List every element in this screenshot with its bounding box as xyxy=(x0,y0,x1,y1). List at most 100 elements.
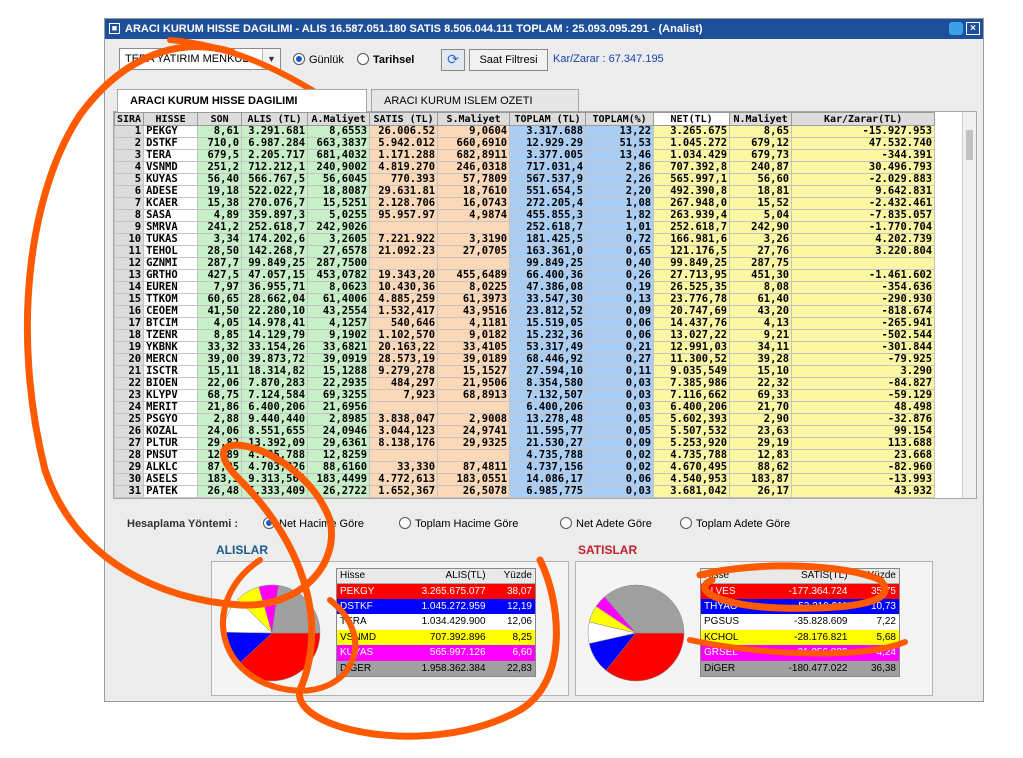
legend-row: GRSEL -21.056.888 4,24 xyxy=(701,645,899,661)
table-cell: 26.006.52 xyxy=(369,125,439,138)
column-header[interactable]: SIRA xyxy=(114,112,145,126)
table-row[interactable]: 28 PNSUT 12,89 4.735,788 12,8259 4.735,788 0,0… xyxy=(114,449,936,462)
calc-method-label: Hesaplama Yöntemi : xyxy=(127,518,239,530)
column-header[interactable]: A.Maliyet xyxy=(307,112,371,126)
table-row[interactable]: 11 TEHOL 28,50 142.268,7 27,6578 21.092.23 27,… xyxy=(114,245,936,258)
table-cell: 26.525,35 xyxy=(653,281,731,294)
table-cell: 7.221.922 xyxy=(369,233,439,246)
radio-historical-dot[interactable] xyxy=(357,53,369,65)
table-row[interactable]: 14 EUREN 7,97 36.955,71 8,0623 10.430,36 8,022… xyxy=(114,281,936,294)
table-row[interactable]: 20 MERCN 39,00 39.873,72 39,0919 28.573,19 39,… xyxy=(114,353,936,366)
table-cell: 1.532,417 xyxy=(369,305,439,318)
window-title: ARACI KURUM HISSE DAGILIMI - ALIS 16.587… xyxy=(125,23,703,35)
table-row[interactable]: 19 YKBNK 33,32 33.154,26 33,6821 20.163,22 33,… xyxy=(114,341,936,354)
table-row[interactable]: 4 VSNMD 251,2 712.212,1 240,9002 4.819.270 246… xyxy=(114,161,936,174)
twitter-icon[interactable] xyxy=(949,22,963,35)
table-row[interactable]: 22 BIOEN 22,06 7.870,283 22,2935 484,297 21,95… xyxy=(114,377,936,390)
chevron-down-icon[interactable]: ▼ xyxy=(262,49,280,69)
calc-option-net-volume[interactable]: Net Hacime Göre xyxy=(263,517,364,531)
hour-filter-button[interactable]: Saat Filtresi xyxy=(469,49,548,71)
calc-option-net-volume-dot[interactable] xyxy=(263,517,275,529)
table-row[interactable]: 9 SMRVA 241,2 252.618,7 242,9026 252.618,7 1,0… xyxy=(114,221,936,234)
table-row[interactable]: 2 DSTKF 710,0 6.987.284 663,3837 5.942.012 660… xyxy=(114,137,936,150)
table-row[interactable]: 31 PATEK 26,48 5.333,409 26,2722 1.652,367 26,… xyxy=(114,485,936,498)
table-row[interactable]: 10 TUKAS 3,34 174.202,6 3,2605 7.221.922 3,319… xyxy=(114,233,936,246)
table-row[interactable]: 8 SASA 4,89 359.897,3 5,0255 95.957.97 4,9874 4… xyxy=(114,209,936,222)
table-cell: 287,7500 xyxy=(307,257,371,270)
table-cell: 272.205,4 xyxy=(509,197,587,210)
table-row[interactable]: 25 PSGYO 2,88 9.440,440 2,8985 3.838,047 2,900… xyxy=(114,413,936,426)
table-cell: 33,4105 xyxy=(437,341,511,354)
broker-select-value: TERA YATIRIM MENKUL xyxy=(125,53,249,65)
table-row[interactable]: 1 PEKGY 8,61 3.291.681 8,6553 26.006.52 9,0604… xyxy=(114,125,936,138)
table-cell: 4.735,788 xyxy=(653,449,731,462)
table-row[interactable]: 6 ADESE 19,18 522.022,7 18,8087 29.631.81 18,7… xyxy=(114,185,936,198)
column-header[interactable]: SON xyxy=(197,112,243,126)
table-row[interactable]: 29 ALKLC 87,05 4.703,826 88,6160 33,330 87,481… xyxy=(114,461,936,474)
table-cell: 5.602,393 xyxy=(653,413,731,426)
tab-distribution[interactable]: ARACI KURUM HISSE DAGILIMI xyxy=(117,89,367,112)
table-row[interactable]: 16 CEOEM 41,50 22.280,10 43,2554 1.532,417 43,… xyxy=(114,305,936,318)
table-cell: -354.636 xyxy=(791,281,936,294)
radio-daily[interactable]: Günlük xyxy=(293,53,344,67)
calc-option-net-count-dot[interactable] xyxy=(560,517,572,529)
column-header[interactable]: Kar/Zarar(TL) xyxy=(791,112,936,126)
table-row[interactable]: 7 KCAER 15,38 270.076,7 15,5251 2.128.706 16,0… xyxy=(114,197,936,210)
table-cell: 18.314,82 xyxy=(241,365,309,378)
table-row[interactable]: 21 ISCTR 15,11 18.314,82 15,1288 9.279,278 15,… xyxy=(114,365,936,378)
radio-historical[interactable]: Tarihsel xyxy=(357,53,414,67)
table-row[interactable]: 15 TTKOM 60,65 28.662,04 61,4006 4.885,259 61,… xyxy=(114,293,936,306)
table-scrollbar[interactable] xyxy=(962,112,976,498)
table-row[interactable]: 23 KLYPV 68,75 7.124,584 69,3255 7,923 68,8913… xyxy=(114,389,936,402)
calc-option-total-volume-dot[interactable] xyxy=(399,517,411,529)
table-row[interactable]: 3 TERA 679,5 2.205.717 681,4032 1.171.288 682,… xyxy=(114,149,936,162)
table-cell: 1.102,570 xyxy=(369,329,439,342)
table-cell: 0,72 xyxy=(585,233,655,246)
table-cell: MERIT xyxy=(143,401,199,414)
close-icon[interactable]: × xyxy=(966,22,980,35)
table-cell: 246,0318 xyxy=(437,161,511,174)
radio-daily-dot[interactable] xyxy=(293,53,305,65)
scrollbar-thumb[interactable] xyxy=(966,130,973,160)
calc-option-total-count[interactable]: Toplam Adete Göre xyxy=(680,517,790,531)
column-header[interactable]: TOPLAM(%) xyxy=(585,112,655,126)
table-cell: 7.870,283 xyxy=(241,377,309,390)
table-row[interactable]: 24 MERIT 21,86 6.400,206 21,6956 6.400,206 0,0… xyxy=(114,401,936,414)
table-cell: ISCTR xyxy=(143,365,199,378)
table-cell: 23.776,78 xyxy=(653,293,731,306)
sells-pie-chart xyxy=(587,584,685,682)
tab-transaction-summary[interactable]: ARACI KURUM ISLEM OZETI xyxy=(371,89,579,111)
table-row[interactable]: 27 PLTUR 29,82 13.392,09 29,6361 8.138,176 29,… xyxy=(114,437,936,450)
column-header[interactable]: N.Maliyet xyxy=(729,112,793,126)
column-header[interactable]: TOPLAM (TL) xyxy=(509,112,587,126)
column-header[interactable]: S.Maliyet xyxy=(437,112,511,126)
table-row[interactable]: 30 ASELS 183,3 9.313,566 183,4499 4.772,613 18… xyxy=(114,473,936,486)
broker-select[interactable]: TERA YATIRIM MENKUL ▼ xyxy=(119,48,281,70)
table-cell: 8 xyxy=(114,209,145,222)
table-row[interactable]: 26 KOZAL 24,06 8.551,655 24,0946 3.044,123 24,… xyxy=(114,425,936,438)
table-cell: 2,26 xyxy=(585,173,655,186)
table-cell: 28.662,04 xyxy=(241,293,309,306)
table-row[interactable]: 17 BTCIM 4,05 14.978,41 4,1257 540,646 4,1181 1… xyxy=(114,317,936,330)
table-cell: 24,9741 xyxy=(437,425,511,438)
column-header[interactable]: NET(TL) xyxy=(653,112,731,126)
table-cell xyxy=(791,257,936,270)
table-cell: 1 xyxy=(114,125,145,138)
table-cell: 287,7 xyxy=(197,257,243,270)
calc-option-net-count[interactable]: Net Adete Göre xyxy=(560,517,652,531)
table-cell: 183,3 xyxy=(197,473,243,486)
column-header[interactable]: SATIS (TL) xyxy=(369,112,439,126)
table-row[interactable]: 13 GRTHO 427,5 47.057,15 453,0782 19.343,20 45… xyxy=(114,269,936,282)
system-menu-icon[interactable]: ■ xyxy=(109,23,120,34)
calc-option-total-volume[interactable]: Toplam Hacime Göre xyxy=(399,517,518,531)
table-cell: 679,12 xyxy=(729,137,793,150)
column-header[interactable]: HISSE xyxy=(143,112,199,126)
legend-cell: 22,83 xyxy=(506,662,532,674)
column-header[interactable]: ALIS (TL) xyxy=(241,112,309,126)
refresh-button[interactable]: ⟳ xyxy=(441,49,465,71)
table-cell: SASA xyxy=(143,209,199,222)
table-row[interactable]: 5 KUYAS 56,40 566.767,5 56,6045 770.393 57,780… xyxy=(114,173,936,186)
table-row[interactable]: 18 TZENR 8,85 14.129,79 9,1902 1.102,570 9,018… xyxy=(114,329,936,342)
table-row[interactable]: 12 GZNMI 287,7 99.849,25 287,7500 99.849,25 0,… xyxy=(114,257,936,270)
calc-option-total-count-dot[interactable] xyxy=(680,517,692,529)
